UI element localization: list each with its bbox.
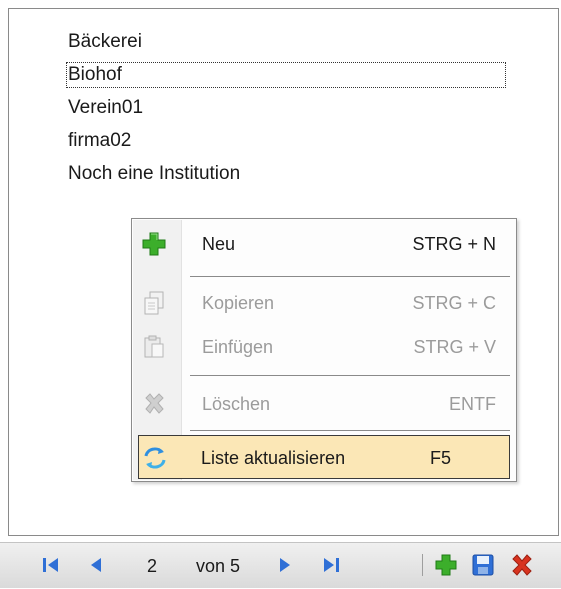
menu-item-label: Löschen (202, 394, 271, 414)
delete-record-icon[interactable] (509, 552, 535, 578)
menu-item-shortcut: ENTF (449, 394, 496, 414)
menu-item-shortcut: STRG + N (412, 234, 496, 254)
list-item[interactable]: Verein01 (67, 95, 143, 121)
previous-record-icon[interactable] (84, 552, 110, 578)
menu-item-shortcut: STRG + V (413, 337, 496, 357)
menu-item-shortcut: STRG + C (412, 293, 496, 313)
menu-item-label: Einfügen (202, 337, 274, 357)
menu-item-refresh[interactable]: Liste aktualisieren F5 (138, 435, 510, 479)
record-navigator-toolbar: 2 von 5 (0, 542, 561, 588)
plus-icon (140, 230, 168, 258)
menu-separator (190, 430, 510, 431)
menu-item-label: Neu (202, 234, 236, 254)
menu-item-label: Kopieren (202, 293, 275, 313)
save-icon[interactable] (470, 552, 496, 578)
list-item-focused[interactable]: Biohof (66, 62, 506, 88)
list-item[interactable]: firma02 (67, 128, 131, 154)
list-item[interactable]: Noch eine Institution (67, 161, 240, 187)
menu-item-paste[interactable]: Einfügen STRG + V (134, 325, 514, 369)
record-count-label: von 5 (196, 556, 241, 576)
menu-item-new[interactable]: Neu STRG + N (134, 222, 514, 266)
current-position[interactable]: 2 (147, 543, 157, 589)
next-record-icon[interactable] (271, 552, 297, 578)
menu-item-delete[interactable]: Löschen ENTF (134, 382, 514, 426)
toolbar-separator (422, 554, 423, 576)
menu-separator (190, 276, 510, 277)
paste-icon (140, 333, 168, 361)
menu-item-copy[interactable]: Kopieren STRG + C (134, 281, 514, 325)
context-menu: Neu STRG + N Kopieren STRG + C Einfügen … (131, 218, 517, 482)
menu-item-shortcut: F5 (429, 448, 451, 468)
menu-item-label: Liste aktualisieren (201, 448, 346, 468)
add-record-icon[interactable] (433, 552, 459, 578)
list-item[interactable]: Bäckerei (67, 29, 142, 55)
refresh-icon (141, 444, 169, 472)
menu-separator (190, 375, 510, 376)
last-record-icon[interactable] (318, 552, 344, 578)
delete-icon (140, 390, 168, 418)
copy-icon (140, 289, 168, 317)
first-record-icon[interactable] (38, 552, 64, 578)
